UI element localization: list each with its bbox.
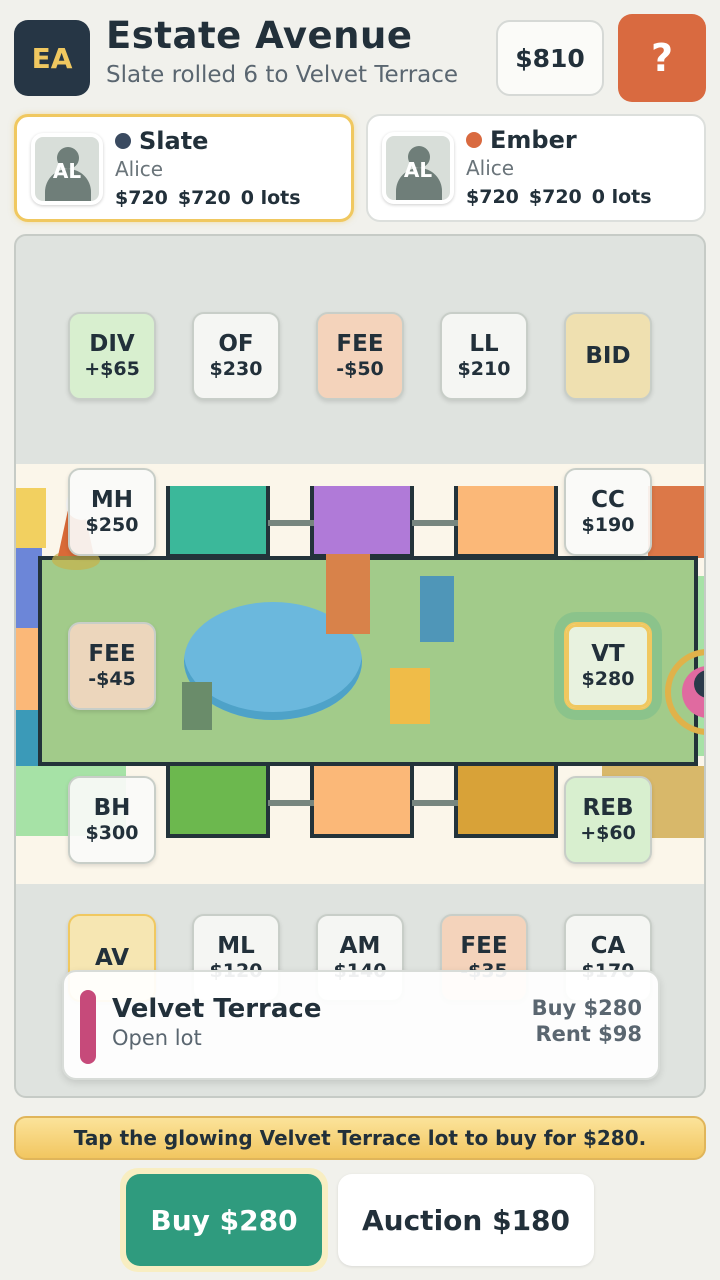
buy-button-label: Buy $280 [126,1174,322,1266]
player-color-dot [466,132,482,148]
lot-buy-price: Buy $280 [531,996,642,1020]
tile-fee-left[interactable]: FEE -$45 [68,622,156,710]
game-title: Estate Avenue [106,14,413,57]
building [182,682,212,730]
avatar: AL [382,132,454,204]
lot-block[interactable] [166,486,270,558]
help-button[interactable]: ? [618,14,706,102]
player-cash: $720 [466,186,519,208]
player-name: Slate [115,127,208,155]
lot-info-card: Velvet Terrace Open lot Buy $280 Rent $9… [62,970,660,1080]
lot-block[interactable] [648,486,704,558]
tile-mh[interactable]: MH $250 [68,468,156,556]
lot-block[interactable] [454,486,558,558]
lot-block[interactable] [310,766,414,838]
player-worth: $720 [528,186,582,208]
player-owner: Alice [466,156,515,180]
player-stats: $720 $720 0 lots [466,186,652,208]
player-owner: Alice [115,157,164,181]
player-worth: $720 [177,187,231,209]
player-token-ember [665,649,704,735]
building [420,576,454,642]
player-stats: $720 $720 0 lots [115,187,301,209]
tile-vt[interactable]: VT $280 [564,622,652,710]
lot-name: Velvet Terrace [112,994,322,1024]
tile-bh[interactable]: BH $300 [68,776,156,864]
lot-block[interactable] [310,486,414,558]
cash-display[interactable]: $810 [496,20,604,96]
player-color-dot [115,133,131,149]
player-lots: 0 lots [240,187,301,209]
tile-fee-top[interactable]: FEE -$50 [316,312,404,400]
hint-banner: Tap the glowing Velvet Terrace lot to bu… [14,1116,706,1160]
tile-cc[interactable]: CC $190 [564,468,652,556]
tile-ll[interactable]: LL $210 [440,312,528,400]
player-cash: $720 [115,187,168,209]
tile-div[interactable]: DIV +$65 [68,312,156,400]
app-logo: EA [14,20,90,96]
player-lots: 0 lots [591,186,652,208]
lot-block[interactable] [16,488,46,548]
auction-button[interactable]: Auction $180 [338,1174,594,1266]
building [390,668,430,724]
building [326,554,370,634]
lot-color-swatch [80,990,96,1064]
turn-status: Slate rolled 6 to Velvet Terrace [106,62,459,88]
game-board: DIV +$65 OF $230 FEE -$50 LL $210 BID MH $250… [14,234,706,1098]
lot-block[interactable] [454,766,558,838]
tile-of[interactable]: OF $230 [192,312,280,400]
player-card-ember[interactable]: AL Ember Alice $720 $720 0 lots [366,114,706,222]
buy-button[interactable]: Buy $280 [120,1168,328,1272]
player-name: Ember [466,126,577,154]
tile-bid[interactable]: BID [564,312,652,400]
lot-rent: Rent $98 [535,1022,642,1046]
lot-block[interactable] [166,766,270,838]
avatar: AL [31,133,103,205]
lot-status: Open lot [112,1026,202,1050]
tile-reb[interactable]: REB +$60 [564,776,652,864]
player-card-slate[interactable]: AL Slate Alice $720 $720 0 lots [14,114,354,222]
